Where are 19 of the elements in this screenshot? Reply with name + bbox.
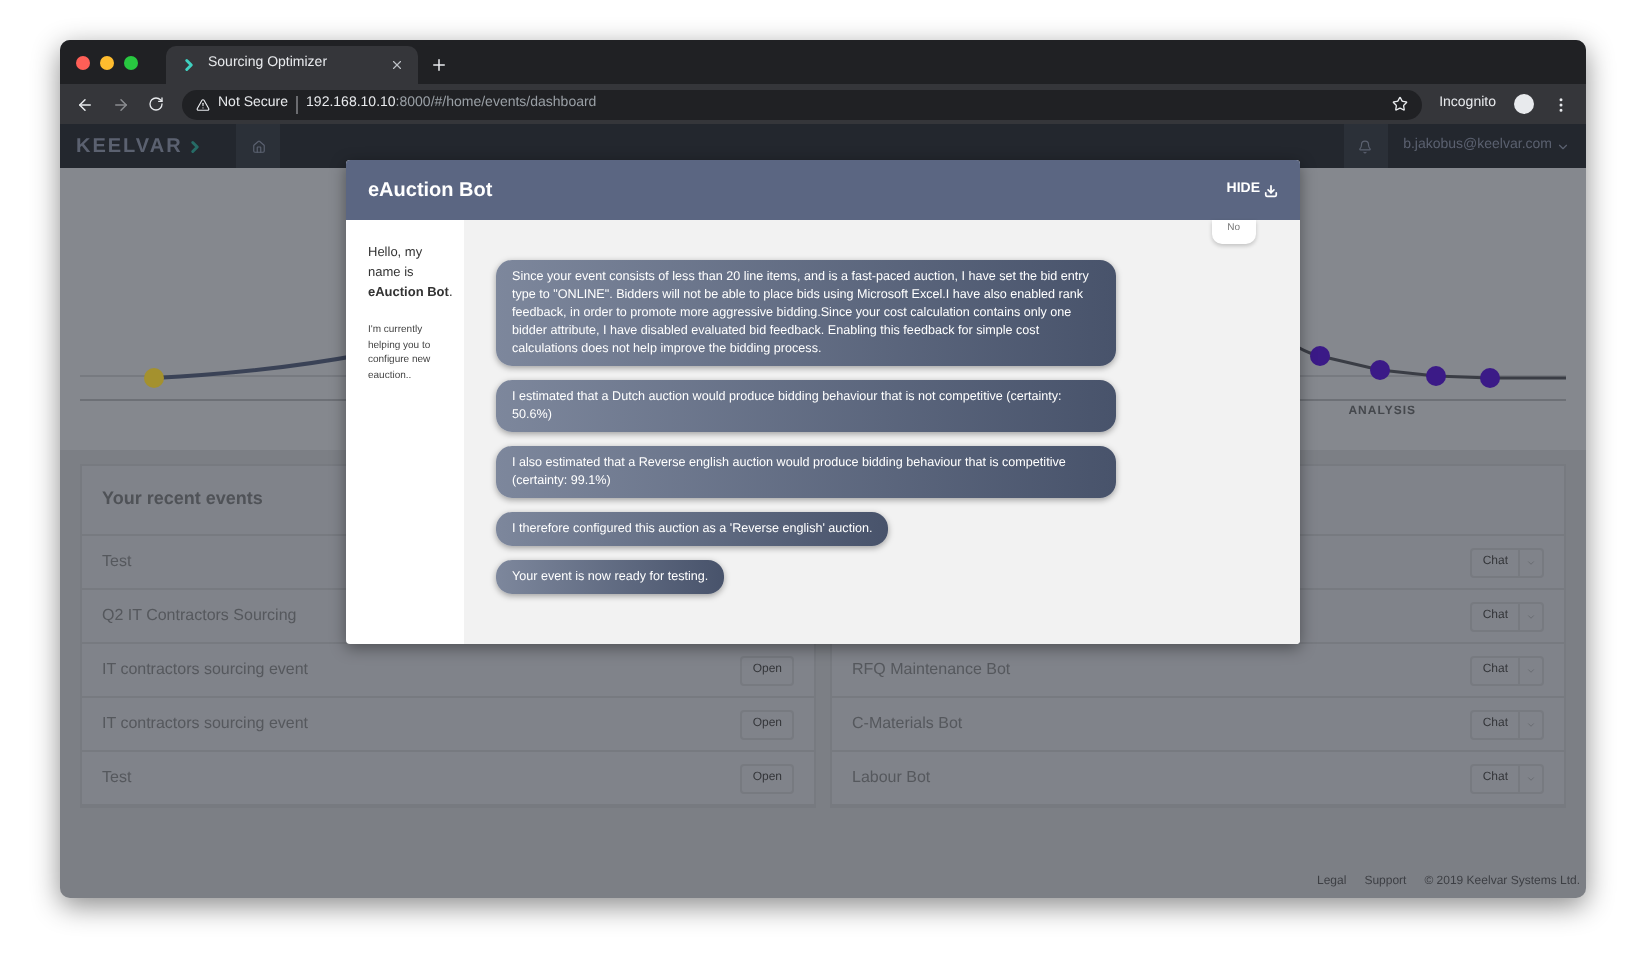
bell-icon (1358, 139, 1373, 153)
maximize-window-button[interactable] (124, 55, 138, 69)
close-tab-icon[interactable] (390, 58, 404, 72)
chevron-icon (180, 56, 198, 74)
warning-icon (196, 97, 210, 111)
close-window-button[interactable] (76, 55, 90, 69)
download-icon (1264, 183, 1278, 197)
dialog-title: eAuction Bot (368, 177, 495, 205)
logo-chevron-icon (186, 137, 205, 155)
forward-icon[interactable] (112, 95, 130, 113)
bookmark-star-icon[interactable] (1391, 96, 1408, 112)
reload-icon[interactable] (148, 96, 164, 112)
new-tab-icon[interactable] (430, 56, 448, 74)
home-icon (251, 139, 265, 153)
back-icon[interactable] (76, 95, 94, 113)
caret-icon (1556, 139, 1570, 153)
incognito-avatar-icon[interactable] (1514, 94, 1534, 114)
logo-text: KEELVAR (76, 133, 183, 161)
minimize-window-button[interactable] (100, 55, 114, 69)
